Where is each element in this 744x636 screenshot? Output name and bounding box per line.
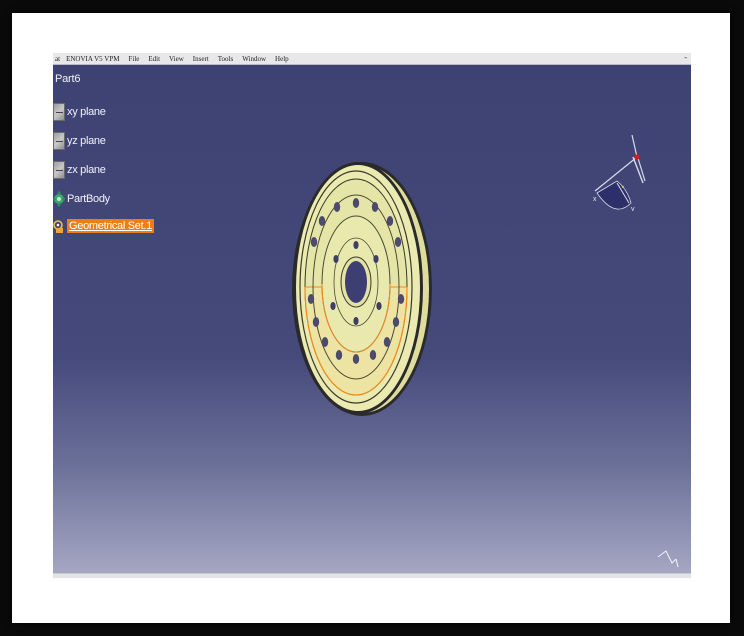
tree-node-zx-plane[interactable]: zx plane <box>53 161 106 179</box>
tree-node-xy-plane[interactable]: xy plane <box>53 103 106 121</box>
menu-help[interactable]: Help <box>275 55 289 63</box>
menu-edit[interactable]: Edit <box>148 55 160 63</box>
compass-y-label: y <box>631 206 635 211</box>
geometrical-set-icon <box>53 217 65 235</box>
tree-node-yz-plane[interactable]: yz plane <box>53 132 106 150</box>
menu-file[interactable]: File <box>128 55 139 63</box>
menu-insert[interactable]: Insert <box>193 55 209 63</box>
wheel-part-3d-model[interactable] <box>286 159 434 417</box>
app-logo[interactable]: at <box>55 55 60 63</box>
tree-node-geometrical-set[interactable]: Geometrical Set.1 <box>53 217 154 235</box>
status-bar <box>53 573 691 578</box>
compass-icon[interactable]: x y <box>585 131 655 211</box>
tree-node-label: xy plane <box>67 106 106 118</box>
menu-tools[interactable]: Tools <box>218 55 233 63</box>
product-label: ENOVIA V5 VPM <box>66 54 120 63</box>
tree-root-part[interactable]: Part6 <box>55 73 80 85</box>
tree-node-partbody[interactable]: PartBody <box>53 190 110 208</box>
plane-icon <box>53 103 65 121</box>
plane-icon <box>53 132 65 150</box>
menu-bar: at ENOVIA V5 VPM File Edit View Insert T… <box>53 53 691 65</box>
menu-view[interactable]: View <box>169 55 184 63</box>
plane-icon <box>53 161 65 179</box>
menu-window[interactable]: Window <box>242 55 266 63</box>
compass-x-label: x <box>593 196 597 203</box>
tree-node-label: zx plane <box>67 164 106 176</box>
gear-icon <box>53 190 66 208</box>
tree-node-label: yz plane <box>67 135 106 147</box>
catia-window: at ENOVIA V5 VPM File Edit View Insert T… <box>53 53 691 578</box>
tree-node-label-selected: Geometrical Set.1 <box>67 219 154 233</box>
tree-node-label: PartBody <box>67 193 110 205</box>
minimize-button[interactable]: - <box>684 53 687 62</box>
axis-triad-icon <box>657 550 679 568</box>
